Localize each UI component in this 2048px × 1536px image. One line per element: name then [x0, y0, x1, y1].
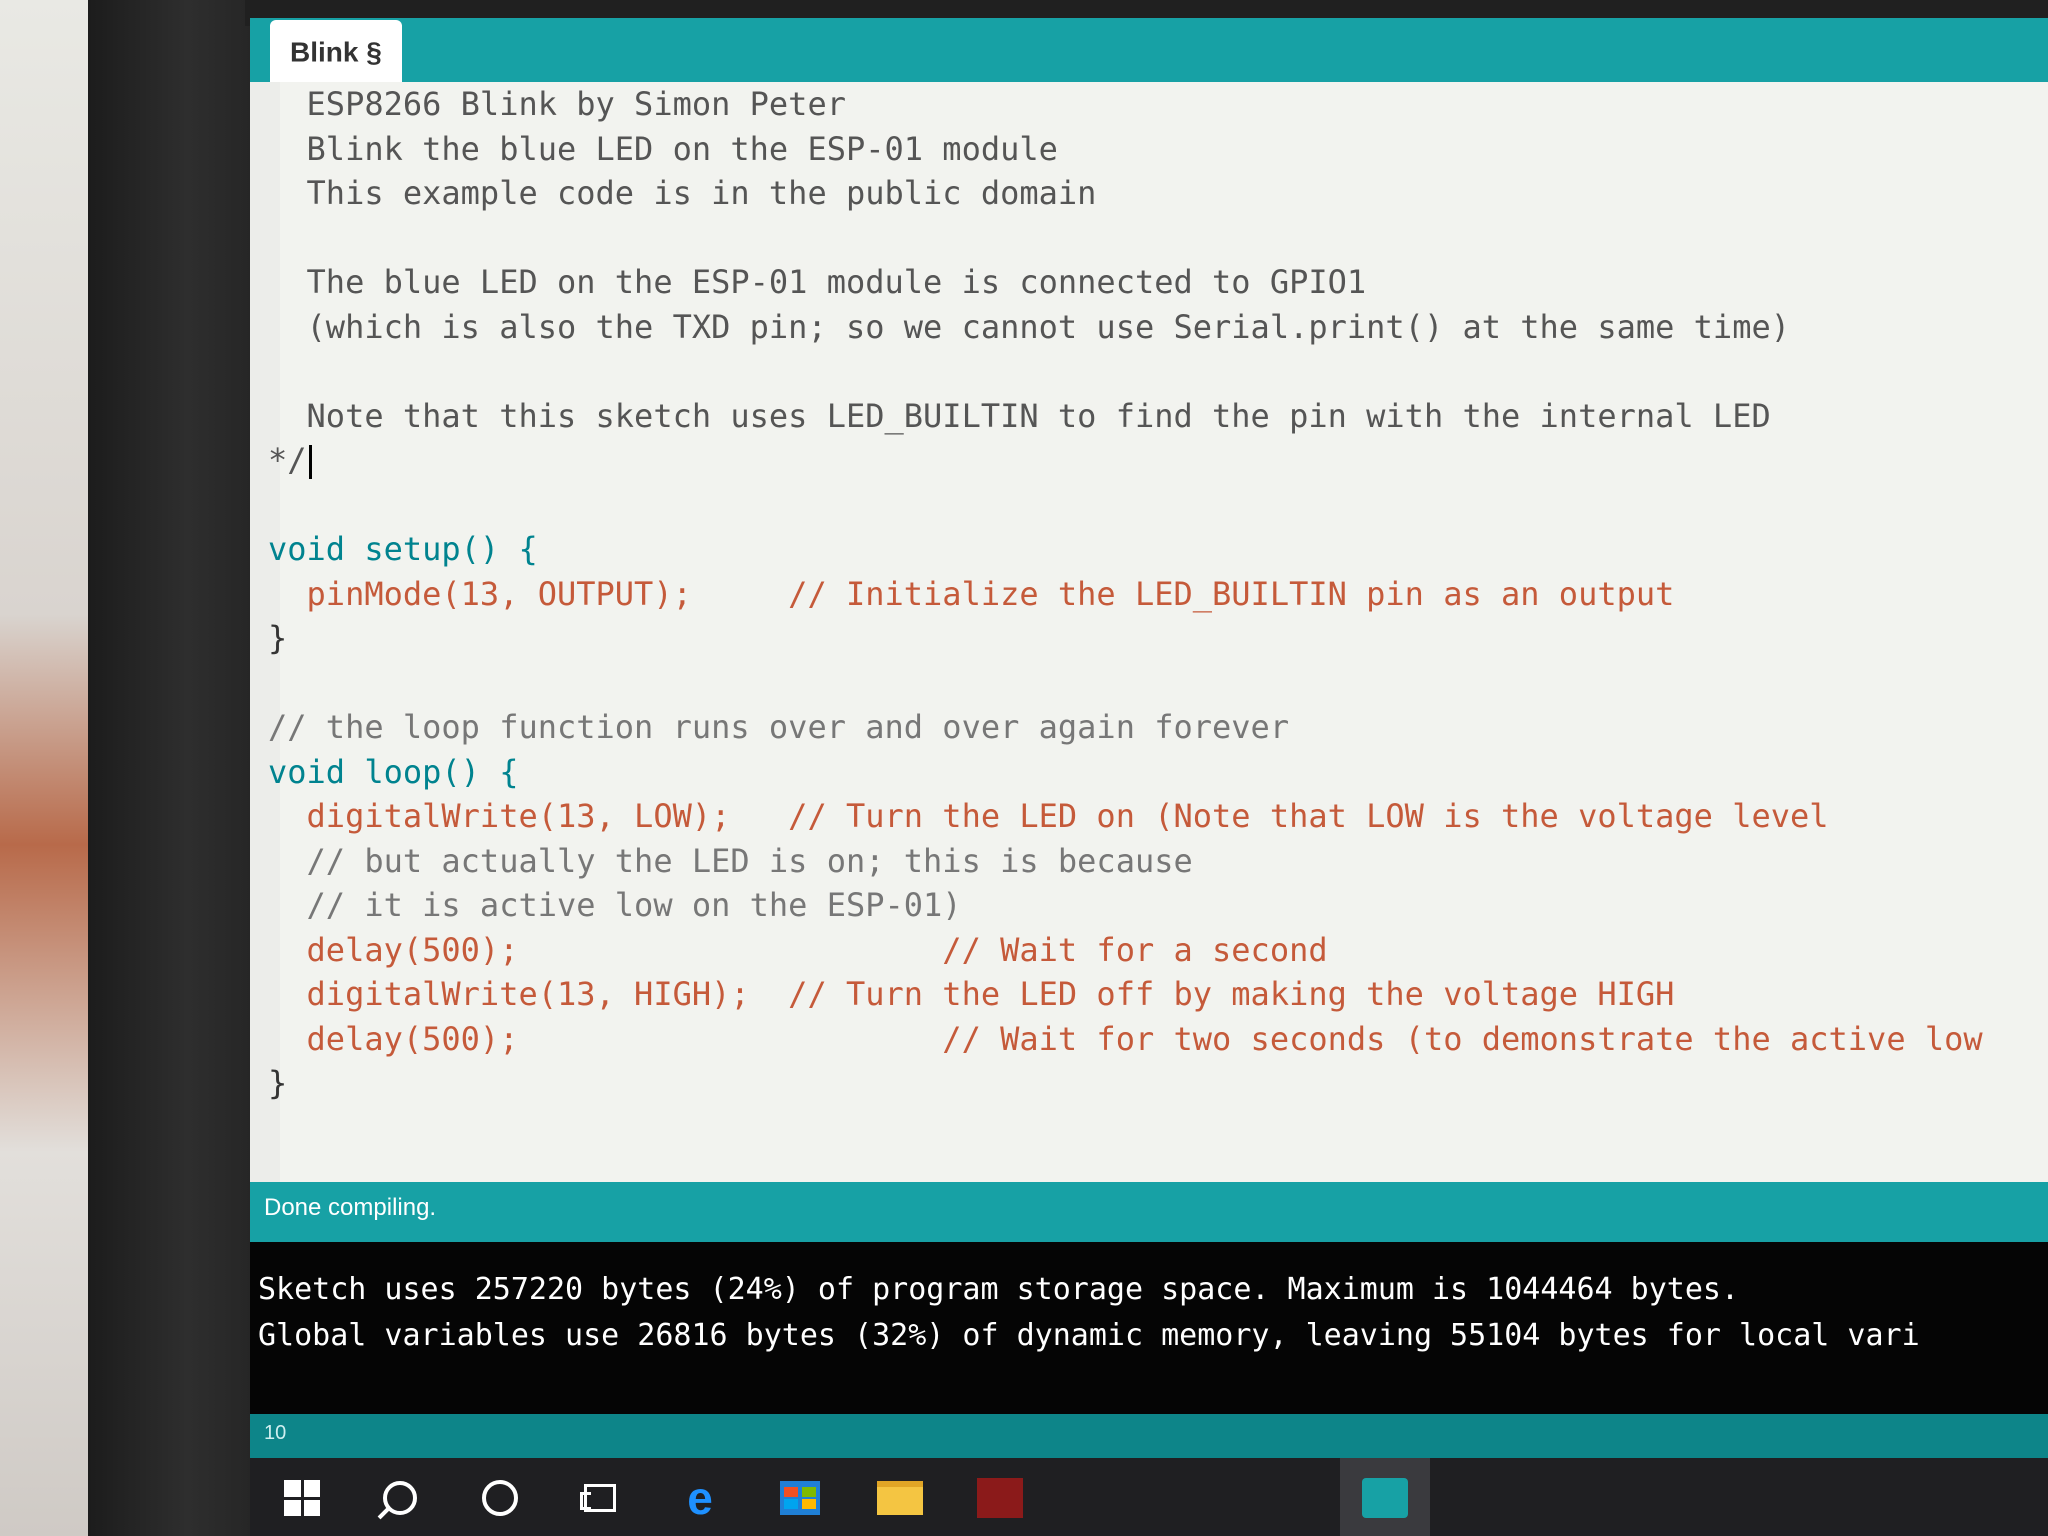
code-editor[interactable]: ESP8266 Blink by Simon Peter Blink the b…	[250, 82, 2048, 1182]
console-line: Global variables use 26816 bytes (32%) o…	[258, 1318, 1920, 1353]
search-icon[interactable]	[370, 1468, 430, 1528]
code-line: ESP8266 Blink by Simon Peter	[268, 85, 846, 123]
line-number: 10	[264, 1422, 287, 1444]
file-explorer-icon[interactable]	[870, 1468, 930, 1528]
code-line: delay(500); // Wait for a second	[268, 930, 1328, 969]
console-line: Sketch uses 257220 bytes (24%) of progra…	[258, 1272, 1740, 1307]
edge-browser-icon[interactable]: e	[670, 1468, 730, 1528]
app-icon[interactable]	[970, 1468, 1030, 1528]
text-cursor	[308, 445, 312, 479]
code-line: pinMode(13, OUTPUT); // Initialize the L…	[268, 574, 1675, 613]
task-view-icon[interactable]	[570, 1468, 630, 1528]
code-line: // the loop function runs over and over …	[268, 708, 1290, 746]
code-line: void setup() {	[268, 530, 538, 568]
code-line: void loop() {	[268, 752, 519, 791]
status-bar: Done compiling.	[250, 1182, 2048, 1242]
cortana-icon[interactable]	[470, 1468, 530, 1528]
code-line: }	[268, 619, 288, 657]
code-line: (which is also the TXD pin; so we cannot…	[268, 307, 1790, 346]
arduino-ide-window: Blink § ESP8266 Blink by Simon Peter Bli…	[250, 18, 2048, 1458]
code-line: digitalWrite(13, LOW); // Turn the LED o…	[268, 797, 1829, 835]
code-line: digitalWrite(13, HIGH); // Turn the LED …	[268, 975, 1675, 1013]
windows-taskbar: e	[250, 1458, 2048, 1536]
footer-bar: 10	[250, 1414, 2048, 1458]
code-line: delay(500); // Wait for two seconds (to …	[268, 1019, 1983, 1058]
monitor-bezel	[88, 0, 253, 1536]
code-line: The blue LED on the ESP-01 module is con…	[268, 263, 1367, 301]
output-console[interactable]: Sketch uses 257220 bytes (24%) of progra…	[250, 1242, 2048, 1414]
tab-bar: Blink §	[250, 18, 2048, 82]
tab-label: Blink §	[290, 36, 382, 68]
code-line: */	[268, 438, 1983, 483]
arduino-icon[interactable]	[1355, 1468, 1415, 1528]
status-message: Done compiling.	[264, 1194, 437, 1221]
code-line: }	[268, 1064, 288, 1102]
code-line: // it is active low on the ESP-01)	[268, 886, 962, 924]
code-line: This example code is in the public domai…	[268, 174, 1097, 212]
code-line: Blink the blue LED on the ESP-01 module	[268, 129, 1058, 168]
windows-start-icon[interactable]	[272, 1468, 332, 1528]
code-text[interactable]: ESP8266 Blink by Simon Peter Blink the b…	[268, 82, 1983, 1106]
tab-blink[interactable]: Blink §	[270, 20, 402, 82]
code-line: Note that this sketch uses LED_BUILTIN t…	[268, 396, 1771, 435]
store-icon[interactable]	[770, 1468, 830, 1528]
code-line: // but actually the LED is on; this is b…	[268, 841, 1193, 880]
